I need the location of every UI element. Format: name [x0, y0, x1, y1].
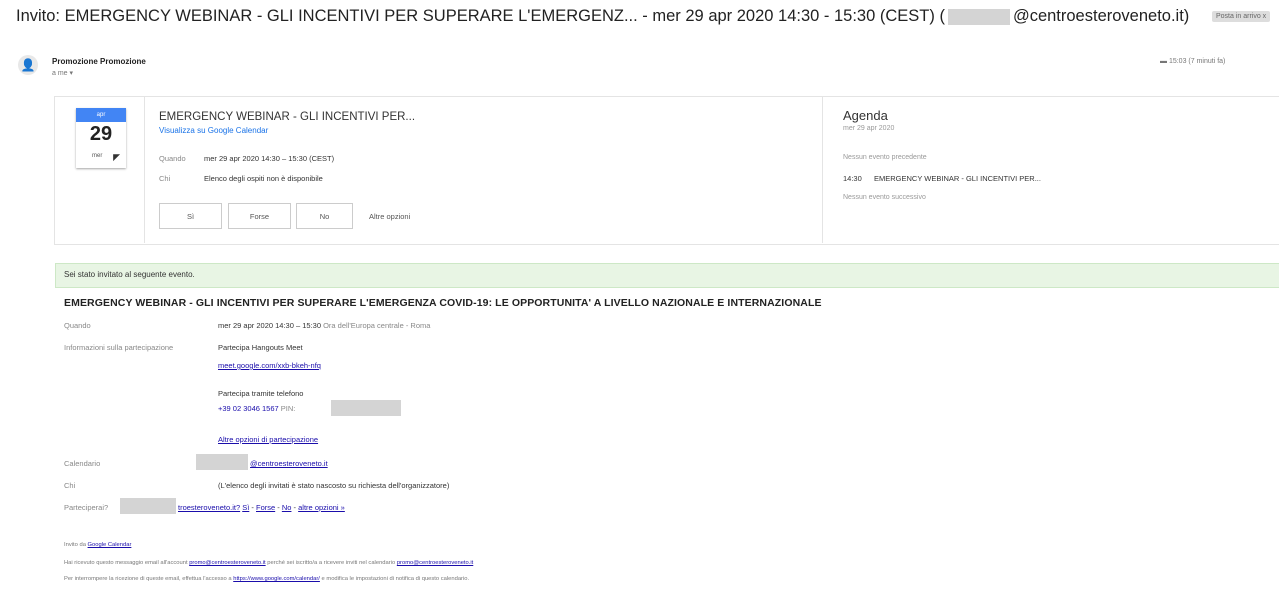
- separator: -: [277, 503, 280, 512]
- agenda-no-previous: Nessun evento precedente: [843, 154, 927, 161]
- participate-label: Parteciperai?: [64, 503, 109, 512]
- footer-line-2: Hai ricevuto questo messaggio email all'…: [64, 560, 473, 566]
- event-title: EMERGENCY WEBINAR - GLI INCENTIVI PER...: [159, 111, 416, 123]
- participate-more-link[interactable]: altre opzioni »: [298, 503, 345, 512]
- footer-text: perché sei iscritto/a a ricevere inviti …: [267, 560, 396, 566]
- footer-account-link[interactable]: promo@centroesteroveneto.it: [189, 560, 265, 566]
- calendar-email-link[interactable]: @centroesteroveneto.it: [250, 459, 328, 468]
- view-in-calendar-link[interactable]: Visualizza su Google Calendar: [159, 126, 268, 135]
- invite-info-label: Informazioni sulla partecipazione: [64, 343, 174, 352]
- inbox-label-badge[interactable]: Posta in arrivo x: [1212, 11, 1271, 22]
- recipient-toggle[interactable]: a me ▾: [52, 69, 73, 77]
- invite-calendar-label: Calendario: [64, 459, 101, 468]
- invite-when-label: Quando: [64, 321, 91, 330]
- when-label: Quando: [159, 154, 186, 163]
- footer-text: Hai ricevuto questo messaggio email all'…: [64, 560, 188, 566]
- separator: -: [251, 503, 254, 512]
- footer-settings-link[interactable]: https://www.google.com/calendar/: [233, 576, 320, 582]
- avatar: 👤: [18, 55, 38, 75]
- redacted-block: [196, 454, 248, 470]
- footer-text: e modifica le impostazioni di notifica d…: [321, 576, 470, 582]
- agenda-event-time: 14:30: [843, 174, 862, 183]
- meet-link[interactable]: meet.google.com/xxb-bkeh-nfq: [218, 361, 321, 370]
- agenda-title: Agenda: [843, 108, 888, 123]
- participate-row: troesteroveneto.it? Sì - Forse - No - al…: [178, 503, 345, 512]
- cal-day: 29: [89, 123, 113, 145]
- participate-maybe-link[interactable]: Forse: [256, 503, 275, 512]
- invite-who-label: Chi: [64, 481, 76, 490]
- time-text: 15:03 (7 minuti fa): [1168, 58, 1226, 65]
- phone-number[interactable]: +39 02 3046 1567 PIN:: [218, 404, 295, 413]
- attachment-icon: ▬: [1160, 58, 1167, 65]
- separator: -: [293, 503, 297, 512]
- page-fold-icon: ◤: [113, 152, 120, 162]
- chevron-down-icon[interactable]: ▾: [70, 70, 74, 77]
- rsvp-yes-button[interactable]: Sì: [159, 203, 222, 229]
- phone-value[interactable]: +39 02 3046 1567: [218, 404, 279, 413]
- recipient-text: a me: [52, 70, 68, 77]
- participate-yes-link[interactable]: Sì: [242, 503, 249, 512]
- invite-when-value: mer 29 apr 2020 14:30 – 15:30 Ora dell'E…: [218, 321, 430, 330]
- invite-when-tz: Ora dell'Europa centrale - Roma: [323, 321, 431, 330]
- invite-who-value: (L'elenco degli invitati è stato nascost…: [218, 481, 450, 490]
- subject-prefix: Invito: EMERGENCY WEBINAR - GLI INCENTIV…: [16, 7, 945, 25]
- footer-calendar-link[interactable]: promo@centroesteroveneto.it: [397, 560, 473, 566]
- more-join-options-link[interactable]: Altre opzioni di partecipazione: [218, 435, 318, 444]
- who-value: Elenco degli ospiti non è disponibile: [204, 174, 323, 183]
- redacted-block: [331, 400, 401, 416]
- redacted-block: [120, 498, 176, 514]
- email-subject: Invito: EMERGENCY WEBINAR - GLI INCENTIV…: [16, 7, 1189, 26]
- redacted-block: [947, 8, 1010, 25]
- phone-label: Partecipa tramite telefono: [218, 389, 304, 398]
- footer-line-3: Per interrompere la ricezione di queste …: [64, 576, 469, 582]
- invite-title: EMERGENCY WEBINAR - GLI INCENTIVI PER SU…: [64, 297, 822, 309]
- divider: [822, 96, 823, 243]
- cal-dow: mer: [92, 153, 103, 159]
- divider: [144, 96, 145, 243]
- sender-name: Promozione Promozione: [52, 57, 146, 66]
- calendar-date-icon: apr 29 mer ◤: [76, 108, 126, 168]
- invite-banner: [55, 263, 1279, 288]
- footer-text: Per interrompere la ricezione di queste …: [64, 576, 232, 582]
- rsvp-no-button[interactable]: No: [296, 203, 353, 229]
- agenda-date: mer 29 apr 2020: [843, 125, 895, 132]
- agenda-no-next: Nessun evento successivo: [843, 194, 926, 201]
- footer-line-1: Invito da Google Calendar: [64, 542, 131, 548]
- email-time: ▬ 15:03 (7 minuti fa): [1160, 58, 1225, 65]
- rsvp-maybe-button[interactable]: Forse: [228, 203, 291, 229]
- participate-no-link[interactable]: No: [282, 503, 292, 512]
- invite-when-time: mer 29 apr 2020 14:30 – 15:30: [218, 321, 321, 330]
- invite-banner-text: Sei stato invitato al seguente evento.: [64, 270, 195, 279]
- subject-suffix: @centroesteroveneto.it): [1012, 7, 1190, 25]
- footer-invite-from: Invito da: [64, 542, 86, 548]
- participant-email-link[interactable]: troesteroveneto.it?: [178, 503, 240, 512]
- rsvp-more-options[interactable]: Altre opzioni: [369, 212, 410, 221]
- cal-month: apr: [76, 108, 126, 122]
- google-calendar-link[interactable]: Google Calendar: [88, 542, 132, 548]
- pin-label: PIN:: [280, 404, 296, 413]
- who-label: Chi: [159, 174, 171, 183]
- when-value: mer 29 apr 2020 14:30 – 15:30 (CEST): [204, 154, 335, 163]
- agenda-event-title[interactable]: EMERGENCY WEBINAR - GLI INCENTIVI PER...: [874, 174, 1041, 183]
- hangouts-text: Partecipa Hangouts Meet: [218, 343, 303, 352]
